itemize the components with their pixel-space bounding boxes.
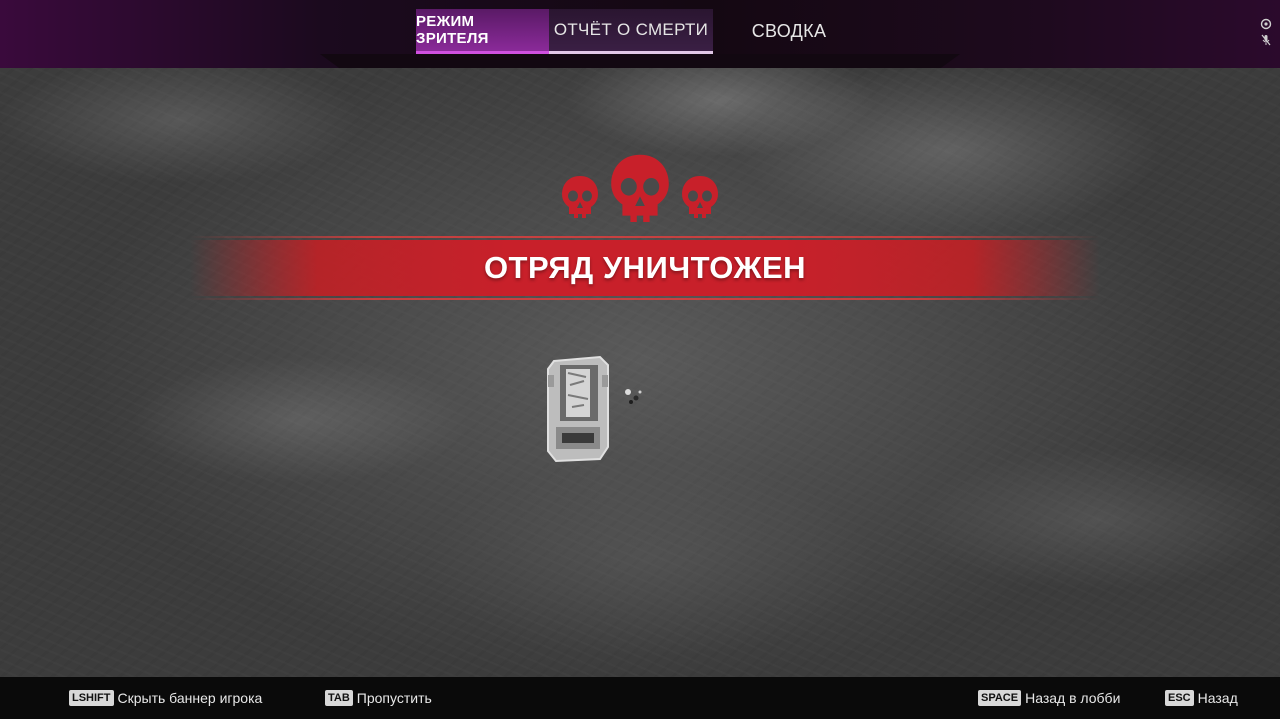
skull-icon (562, 176, 598, 218)
hint-back-to-lobby-label: Назад в лобби (1025, 690, 1121, 706)
hint-skip[interactable]: TAB Пропустить (325, 689, 432, 707)
tab-spectator-mode-label: РЕЖИМ ЗРИТЕЛЯ (416, 13, 489, 47)
squad-skulls (560, 150, 720, 232)
banner-bottom-line (190, 298, 1100, 300)
banner-top-line (190, 236, 1100, 238)
hint-back-to-lobby[interactable]: SPACE Назад в лобби (978, 689, 1120, 707)
status-icons (1256, 18, 1276, 46)
top-bar-notch (320, 54, 960, 68)
hint-back[interactable]: ESC Назад (1165, 689, 1238, 707)
key-esc: ESC (1165, 690, 1194, 706)
key-space: SPACE (978, 690, 1022, 706)
terrain-texture (0, 0, 1280, 719)
debris-item (625, 389, 642, 404)
tab-summary[interactable]: СВОДКА (713, 9, 865, 54)
hint-hide-player-banner[interactable]: LSHIFT Скрыть баннер игрока (69, 689, 262, 707)
tab-summary-label: СВОДКА (751, 21, 827, 41)
skull-icon (611, 154, 669, 222)
hint-hide-player-banner-label: Скрыть баннер игрока (117, 690, 263, 706)
mic-muted-icon (1261, 34, 1271, 46)
squad-eliminated-text: ОТРЯД УНИЧТОЖЕН (483, 250, 807, 285)
key-tab: TAB (325, 690, 353, 706)
tab-spectator-mode[interactable]: РЕЖИМ ЗРИТЕЛЯ (416, 9, 549, 54)
record-icon (1260, 18, 1272, 30)
hint-skip-label: Пропустить (356, 690, 432, 706)
key-lshift: LSHIFT (69, 690, 114, 706)
hint-back-label: Назад (1197, 690, 1238, 706)
tab-death-recap[interactable]: ОТЧЁТ О СМЕРТИ (549, 9, 713, 54)
tab-death-recap-label: ОТЧЁТ О СМЕРТИ (553, 20, 709, 39)
skull-icon (682, 176, 718, 218)
death-box (547, 355, 609, 463)
